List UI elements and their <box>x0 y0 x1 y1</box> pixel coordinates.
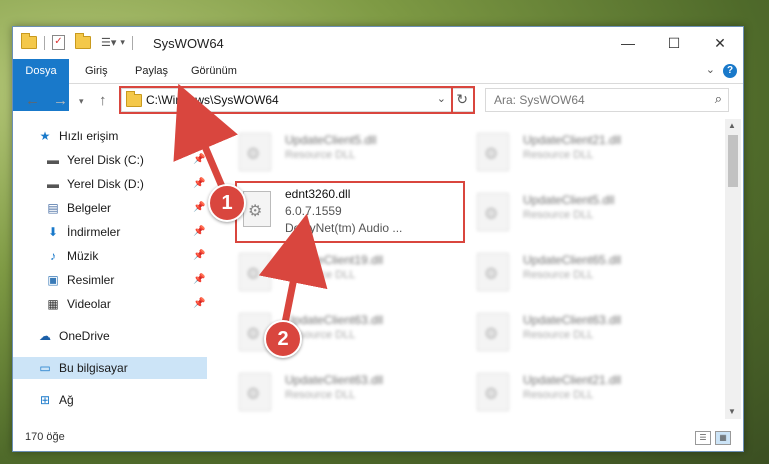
annotation-arrows <box>173 83 328 329</box>
step-2-badge: 2 <box>264 320 302 358</box>
step-1-badge: 1 <box>208 184 246 222</box>
arrow-to-file <box>258 213 328 329</box>
